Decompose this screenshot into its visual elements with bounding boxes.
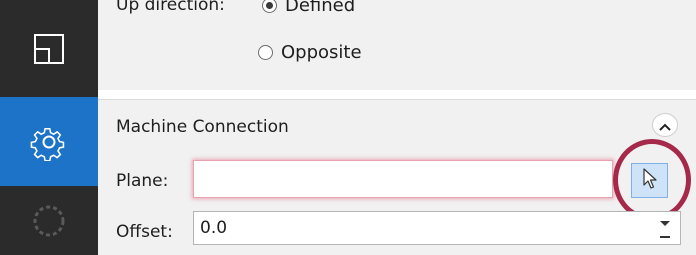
- section-title: Machine Connection: [116, 117, 289, 137]
- radio-unselected-indicator: [258, 45, 273, 60]
- layout-icon: [32, 32, 66, 66]
- sidebar-item-settings[interactable]: [0, 97, 98, 186]
- plane-label: Plane:: [116, 171, 169, 191]
- radio-defined-label: Defined: [285, 0, 356, 16]
- radio-opposite-label: Opposite: [281, 42, 362, 63]
- radio-opposite[interactable]: Opposite: [258, 42, 362, 63]
- sidebar-item-layout[interactable]: [0, 0, 98, 97]
- up-direction-label: Up direction:: [116, 0, 225, 15]
- section-divider: [98, 90, 696, 100]
- collapse-button[interactable]: [652, 113, 678, 137]
- offset-value: 0.0: [200, 218, 228, 238]
- annotation-ring: [613, 139, 691, 221]
- sidebar-item-other[interactable]: [0, 186, 98, 255]
- radio-defined[interactable]: Defined: [262, 0, 355, 16]
- offset-label: Offset:: [116, 222, 173, 242]
- chevron-up-icon: [659, 116, 671, 135]
- offset-field[interactable]: 0.0: [193, 211, 681, 245]
- dashed-circle-icon: [31, 203, 67, 239]
- plane-field[interactable]: [193, 160, 613, 198]
- spinner-icon[interactable]: [658, 218, 672, 240]
- sidebar-rail: [0, 0, 98, 255]
- gear-icon: [30, 123, 68, 161]
- radio-selected-indicator: [262, 0, 277, 13]
